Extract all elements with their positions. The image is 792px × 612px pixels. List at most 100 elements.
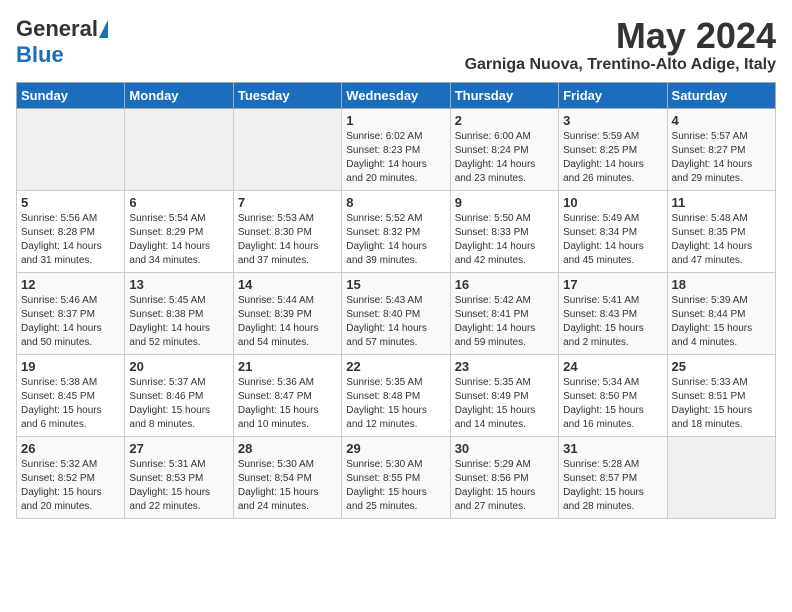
day-number: 5 [21, 195, 120, 210]
day-info: Sunrise: 5:30 AMSunset: 8:54 PMDaylight:… [238, 459, 319, 512]
day-info: Sunrise: 5:50 AMSunset: 8:33 PMDaylight:… [455, 213, 536, 266]
calendar-cell: 13 Sunrise: 5:45 AMSunset: 8:38 PMDayligh… [125, 272, 233, 354]
day-number: 4 [672, 113, 771, 128]
day-info: Sunrise: 5:31 AMSunset: 8:53 PMDaylight:… [129, 459, 210, 512]
calendar-cell: 25 Sunrise: 5:33 AMSunset: 8:51 PMDayligh… [667, 354, 775, 436]
day-number: 30 [455, 441, 554, 456]
day-info: Sunrise: 5:56 AMSunset: 8:28 PMDaylight:… [21, 213, 102, 266]
weekday-header: Saturday [667, 82, 775, 108]
day-number: 10 [563, 195, 662, 210]
location-title: Garniga Nuova, Trentino-Alto Adige, Ital… [465, 56, 776, 74]
day-number: 21 [238, 359, 337, 374]
day-info: Sunrise: 5:49 AMSunset: 8:34 PMDaylight:… [563, 213, 644, 266]
day-info: Sunrise: 5:44 AMSunset: 8:39 PMDaylight:… [238, 295, 319, 348]
calendar-cell: 1 Sunrise: 6:02 AMSunset: 8:23 PMDaylight… [342, 108, 450, 190]
calendar-cell: 29 Sunrise: 5:30 AMSunset: 8:55 PMDayligh… [342, 436, 450, 518]
calendar-cell [233, 108, 341, 190]
day-number: 18 [672, 277, 771, 292]
weekday-header: Friday [559, 82, 667, 108]
day-number: 25 [672, 359, 771, 374]
day-info: Sunrise: 6:02 AMSunset: 8:23 PMDaylight:… [346, 131, 427, 184]
month-title: May 2024 [465, 16, 776, 56]
day-info: Sunrise: 5:42 AMSunset: 8:41 PMDaylight:… [455, 295, 536, 348]
calendar-cell: 11Sunrise: 5:48 AMSunset: 8:35 PMDayligh… [667, 190, 775, 272]
calendar-cell: 8 Sunrise: 5:52 AMSunset: 8:32 PMDaylight… [342, 190, 450, 272]
logo-general-text: General [16, 16, 98, 42]
day-info: Sunrise: 5:37 AMSunset: 8:46 PMDaylight:… [129, 377, 210, 430]
calendar-cell: 15 Sunrise: 5:43 AMSunset: 8:40 PMDayligh… [342, 272, 450, 354]
calendar-cell: 14 Sunrise: 5:44 AMSunset: 8:39 PMDayligh… [233, 272, 341, 354]
day-number: 1 [346, 113, 445, 128]
day-info: Sunrise: 5:33 AMSunset: 8:51 PMDaylight:… [672, 377, 753, 430]
day-number: 26 [21, 441, 120, 456]
day-info: Sunrise: 5:53 AMSunset: 8:30 PMDaylight:… [238, 213, 319, 266]
day-info: Sunrise: 5:43 AMSunset: 8:40 PMDaylight:… [346, 295, 427, 348]
day-number: 6 [129, 195, 228, 210]
page-header: General Blue May 2024 Garniga Nuova, Tre… [16, 16, 776, 74]
weekday-header: Monday [125, 82, 233, 108]
day-number: 13 [129, 277, 228, 292]
calendar-cell: 20 Sunrise: 5:37 AMSunset: 8:46 PMDayligh… [125, 354, 233, 436]
calendar-cell: 10 Sunrise: 5:49 AMSunset: 8:34 PMDayligh… [559, 190, 667, 272]
calendar-cell: 16 Sunrise: 5:42 AMSunset: 8:41 PMDayligh… [450, 272, 558, 354]
day-number: 7 [238, 195, 337, 210]
day-number: 2 [455, 113, 554, 128]
day-info: Sunrise: 5:28 AMSunset: 8:57 PMDaylight:… [563, 459, 644, 512]
day-info: Sunrise: 5:41 AMSunset: 8:43 PMDaylight:… [563, 295, 644, 348]
weekday-header: Tuesday [233, 82, 341, 108]
calendar-cell: 24 Sunrise: 5:34 AMSunset: 8:50 PMDayligh… [559, 354, 667, 436]
calendar-cell: 4 Sunrise: 5:57 AMSunset: 8:27 PMDaylight… [667, 108, 775, 190]
day-info: Sunrise: 5:30 AMSunset: 8:55 PMDaylight:… [346, 459, 427, 512]
day-info: Sunrise: 5:35 AMSunset: 8:49 PMDaylight:… [455, 377, 536, 430]
day-info: Sunrise: 5:52 AMSunset: 8:32 PMDaylight:… [346, 213, 427, 266]
day-number: 8 [346, 195, 445, 210]
day-number: 19 [21, 359, 120, 374]
day-number: 22 [346, 359, 445, 374]
day-number: 31 [563, 441, 662, 456]
calendar-cell: 5 Sunrise: 5:56 AMSunset: 8:28 PMDaylight… [17, 190, 125, 272]
day-info: Sunrise: 5:38 AMSunset: 8:45 PMDaylight:… [21, 377, 102, 430]
calendar-cell: 26 Sunrise: 5:32 AMSunset: 8:52 PMDayligh… [17, 436, 125, 518]
calendar-cell: 9 Sunrise: 5:50 AMSunset: 8:33 PMDaylight… [450, 190, 558, 272]
calendar-cell: 12 Sunrise: 5:46 AMSunset: 8:37 PMDayligh… [17, 272, 125, 354]
calendar-table: SundayMondayTuesdayWednesdayThursdayFrid… [16, 82, 776, 519]
day-number: 16 [455, 277, 554, 292]
day-number: 12 [21, 277, 120, 292]
calendar-week-row: 26 Sunrise: 5:32 AMSunset: 8:52 PMDayligh… [17, 436, 776, 518]
day-number: 27 [129, 441, 228, 456]
calendar-cell: 22 Sunrise: 5:35 AMSunset: 8:48 PMDayligh… [342, 354, 450, 436]
calendar-cell: 19 Sunrise: 5:38 AMSunset: 8:45 PMDayligh… [17, 354, 125, 436]
calendar-cell: 18Sunrise: 5:39 AMSunset: 8:44 PMDayligh… [667, 272, 775, 354]
day-info: Sunrise: 5:32 AMSunset: 8:52 PMDaylight:… [21, 459, 102, 512]
day-info: Sunrise: 5:48 AMSunset: 8:35 PMDaylight:… [672, 213, 753, 266]
day-info: Sunrise: 5:59 AMSunset: 8:25 PMDaylight:… [563, 131, 644, 184]
day-info: Sunrise: 5:35 AMSunset: 8:48 PMDaylight:… [346, 377, 427, 430]
weekday-header: Wednesday [342, 82, 450, 108]
day-info: Sunrise: 5:34 AMSunset: 8:50 PMDaylight:… [563, 377, 644, 430]
calendar-cell: 17 Sunrise: 5:41 AMSunset: 8:43 PMDayligh… [559, 272, 667, 354]
day-number: 3 [563, 113, 662, 128]
day-info: Sunrise: 5:54 AMSunset: 8:29 PMDaylight:… [129, 213, 210, 266]
day-number: 17 [563, 277, 662, 292]
day-info: Sunrise: 5:46 AMSunset: 8:37 PMDaylight:… [21, 295, 102, 348]
day-info: Sunrise: 5:57 AMSunset: 8:27 PMDaylight:… [672, 131, 753, 184]
calendar-header-row: SundayMondayTuesdayWednesdayThursdayFrid… [17, 82, 776, 108]
calendar-body: 1 Sunrise: 6:02 AMSunset: 8:23 PMDaylight… [17, 108, 776, 518]
logo: General Blue [16, 16, 108, 68]
day-number: 20 [129, 359, 228, 374]
calendar-week-row: 1 Sunrise: 6:02 AMSunset: 8:23 PMDaylight… [17, 108, 776, 190]
calendar-cell: 3 Sunrise: 5:59 AMSunset: 8:25 PMDaylight… [559, 108, 667, 190]
day-number: 14 [238, 277, 337, 292]
calendar-week-row: 5 Sunrise: 5:56 AMSunset: 8:28 PMDaylight… [17, 190, 776, 272]
day-number: 15 [346, 277, 445, 292]
day-info: Sunrise: 5:45 AMSunset: 8:38 PMDaylight:… [129, 295, 210, 348]
calendar-cell: 27 Sunrise: 5:31 AMSunset: 8:53 PMDayligh… [125, 436, 233, 518]
day-info: Sunrise: 6:00 AMSunset: 8:24 PMDaylight:… [455, 131, 536, 184]
day-info: Sunrise: 5:36 AMSunset: 8:47 PMDaylight:… [238, 377, 319, 430]
day-number: 24 [563, 359, 662, 374]
day-number: 29 [346, 441, 445, 456]
day-number: 28 [238, 441, 337, 456]
day-info: Sunrise: 5:29 AMSunset: 8:56 PMDaylight:… [455, 459, 536, 512]
day-number: 9 [455, 195, 554, 210]
calendar-cell: 28 Sunrise: 5:30 AMSunset: 8:54 PMDayligh… [233, 436, 341, 518]
